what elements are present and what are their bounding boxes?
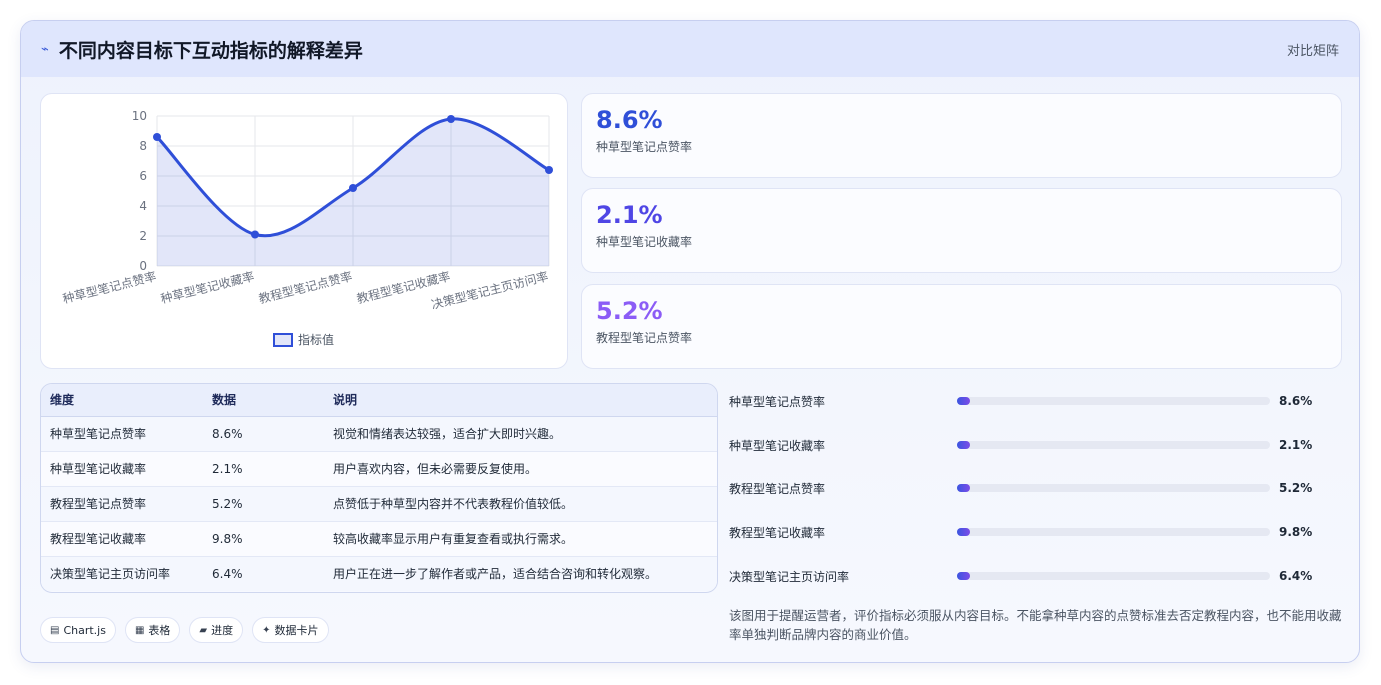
sparkle-icon: ✦	[262, 624, 271, 636]
data-table-card: 维度 数据 说明 种草型笔记点赞率 8.6% 视觉和情绪表达较强，适合扩大即时兴…	[40, 383, 718, 593]
data-point	[545, 166, 553, 174]
data-table: 维度 数据 说明 种草型笔记点赞率 8.6% 视觉和情绪表达较强，适合扩大即时兴…	[41, 384, 717, 591]
table-cell: 教程型笔记收藏率	[41, 521, 203, 557]
progress-label: 教程型笔记点赞率	[729, 481, 826, 496]
progress-row: 种草型笔记收藏率 2.1%	[729, 435, 1341, 455]
table-icon: ▦	[134, 624, 145, 636]
table-cell: 较高收藏率显示用户有重复查看或执行需求。	[324, 521, 717, 557]
progress-fill	[957, 572, 970, 580]
y-tick-label: 2	[139, 229, 147, 243]
tag-list: ▤ Chart.js ▦ 表格 ▰ 进度 ✦ 数据卡片	[40, 617, 338, 643]
title-wrap: ⌁ 不同内容目标下互动指标的解释差异	[41, 36, 363, 63]
line-chart: 0246810种草型笔记点赞率 种草型笔记收藏率 教程型笔记点赞率 教程型笔记收藏率决…	[61, 109, 553, 347]
table-header-row: 维度 数据 说明	[41, 384, 717, 417]
x-tick-label: 种草型笔记收藏率	[159, 268, 256, 306]
progress-icon: ▰	[199, 624, 208, 636]
tag-data-cards[interactable]: ✦ 数据卡片	[252, 617, 329, 643]
table-cell: 视觉和情绪表达较强，适合扩大即时兴趣。	[324, 416, 717, 452]
chart-icon: ▤	[50, 624, 60, 636]
progress-label: 种草型笔记收藏率	[729, 438, 826, 453]
data-point	[447, 115, 455, 123]
table-cell: 用户正在进一步了解作者或产品，适合结合咨询和转化观察。	[324, 556, 717, 591]
stat-label: 种草型笔记收藏率	[596, 235, 693, 249]
table-cell: 教程型笔记点赞率	[41, 486, 203, 522]
progress-track	[957, 572, 1270, 580]
tag-chartjs[interactable]: ▤ Chart.js	[40, 617, 116, 643]
stat-label: 种草型笔记点赞率	[596, 140, 693, 154]
line-chart-card: 0 2 4 6 8 10 种草型笔记点赞率 种草型笔记收藏率 教程型笔记点赞率 教程型笔记收藏率决…	[40, 93, 568, 369]
y-tick-label: 4	[139, 199, 147, 213]
progress-fill	[957, 397, 970, 405]
stat-card-3: 5.2% 教程型笔记点赞率	[581, 284, 1342, 369]
stat-card-1: 8.6% 种草型笔记点赞率	[581, 93, 1342, 178]
data-point	[153, 133, 161, 141]
progress-row: 种草型笔记点赞率 8.6%	[729, 391, 1341, 411]
panel-header: ⌁ 不同内容目标下互动指标的解释差异 对比矩阵	[21, 21, 1359, 77]
tag-label: 表格	[148, 624, 171, 637]
table-row: 种草型笔记点赞率 8.6% 视觉和情绪表达较强，适合扩大即时兴趣。	[41, 416, 717, 452]
progress-track	[957, 397, 1270, 405]
table-row: 教程型笔记收藏率 9.8% 较高收藏率显示用户有重复查看或执行需求。	[41, 521, 717, 557]
progress-value: 8.6%	[1279, 394, 1313, 408]
progress-track	[957, 441, 1270, 449]
progress-value: 2.1%	[1279, 438, 1313, 452]
progress-track	[957, 528, 1270, 536]
explanation-note: 该图用于提醒运营者，评价指标必须服从内容目标。不能拿种草内容的点赞标准去否定教程…	[729, 608, 1342, 642]
stat-card-2: 2.1% 种草型笔记收藏率	[581, 188, 1342, 273]
x-tick-label: 种草型笔记点赞率	[61, 268, 158, 306]
progress-fill	[957, 441, 970, 449]
y-tick-label: 8	[139, 139, 147, 153]
header-right-label: 对比矩阵	[1286, 43, 1339, 59]
data-point	[251, 230, 259, 239]
progress-row: 教程型笔记点赞率 5.2%	[729, 478, 1341, 498]
table-row: 决策型笔记主页访问率 6.4% 用户正在进一步了解作者或产品，适合结合咨询和转化…	[41, 556, 717, 591]
progress-label: 教程型笔记收藏率	[729, 525, 826, 540]
table-header-cell: 维度	[41, 384, 203, 417]
table-cell: 种草型笔记收藏率	[41, 451, 203, 487]
stat-value: 2.1%	[596, 201, 663, 229]
table-row: 种草型笔记收藏率 2.1% 用户喜欢内容，但未必需要反复使用。	[41, 451, 717, 487]
table-header-cell: 数据	[203, 384, 324, 417]
table-cell: 决策型笔记主页访问率	[41, 556, 203, 591]
data-point	[349, 184, 357, 192]
y-tick-label: 10	[132, 109, 147, 123]
progress-value: 5.2%	[1279, 481, 1313, 495]
x-tick-label: 教程型笔记点赞率	[257, 268, 354, 306]
progress-row: 决策型笔记主页访问率 6.4%	[729, 566, 1341, 586]
legend-label: 指标值	[298, 332, 334, 347]
stat-value: 8.6%	[596, 106, 663, 134]
table-cell: 5.2%	[203, 486, 324, 522]
progress-track	[957, 484, 1270, 492]
stat-label: 教程型笔记点赞率	[596, 331, 693, 345]
table-cell: 9.8%	[203, 521, 324, 557]
progress-fill	[957, 528, 970, 536]
tag-label: Chart.js	[63, 623, 106, 637]
table-cell: 6.4%	[203, 556, 324, 591]
table-cell: 用户喜欢内容，但未必需要反复使用。	[324, 451, 717, 487]
progress-value: 9.8%	[1279, 525, 1313, 539]
table-cell: 8.6%	[203, 416, 324, 452]
progress-fill	[957, 484, 970, 492]
progress-label: 决策型笔记主页访问率	[729, 569, 850, 584]
table-row: 教程型笔记点赞率 5.2% 点赞低于种草型内容并不代表教程价值较低。	[41, 486, 717, 522]
tag-table[interactable]: ▦ 表格	[124, 617, 181, 643]
stat-value: 5.2%	[596, 297, 663, 325]
table-cell: 2.1%	[203, 451, 324, 487]
legend-swatch	[273, 333, 293, 347]
page-title: 不同内容目标下互动指标的解释差异	[58, 39, 363, 62]
tag-label: 进度	[211, 624, 234, 637]
progress-row: 教程型笔记收藏率 9.8%	[729, 522, 1341, 542]
table-cell: 点赞低于种草型内容并不代表教程价值较低。	[324, 486, 717, 522]
y-tick-label: 6	[139, 169, 147, 183]
tag-label: 数据卡片	[274, 624, 319, 637]
tag-progress[interactable]: ▰ 进度	[189, 617, 244, 643]
pulse-icon: ⌁	[41, 41, 49, 57]
progress-value: 6.4%	[1279, 569, 1313, 583]
progress-label: 种草型笔记点赞率	[729, 394, 826, 409]
table-cell: 种草型笔记点赞率	[41, 416, 203, 452]
table-header-cell: 说明	[324, 384, 717, 417]
main-panel: ⌁ 不同内容目标下互动指标的解释差异 对比矩阵 0 2 4 6 8 10 种草型笔记点赞率种…	[20, 20, 1360, 663]
